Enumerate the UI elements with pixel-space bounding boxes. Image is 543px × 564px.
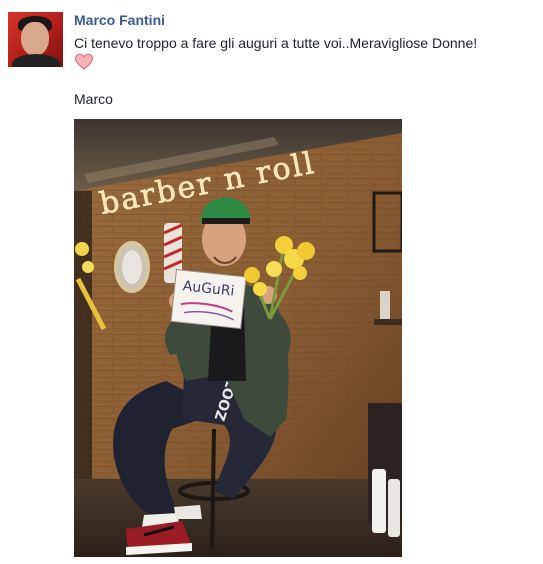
avatar-face [21,22,49,56]
avatar-shirt [12,54,60,67]
post-photo[interactable]: barber n roll ZOOT AuGuRi [74,119,402,557]
heart-icon [74,53,94,70]
post-signature: Marco [74,91,113,107]
post-message: Ci tenevo troppo a fare gli auguri a tut… [74,35,478,51]
avatar[interactable] [8,12,63,67]
held-sign: AuGuRi [170,269,247,330]
author-name[interactable]: Marco Fantini [74,12,165,28]
facebook-post: Marco Fantini Ci tenevo troppo a fare gl… [0,0,543,564]
